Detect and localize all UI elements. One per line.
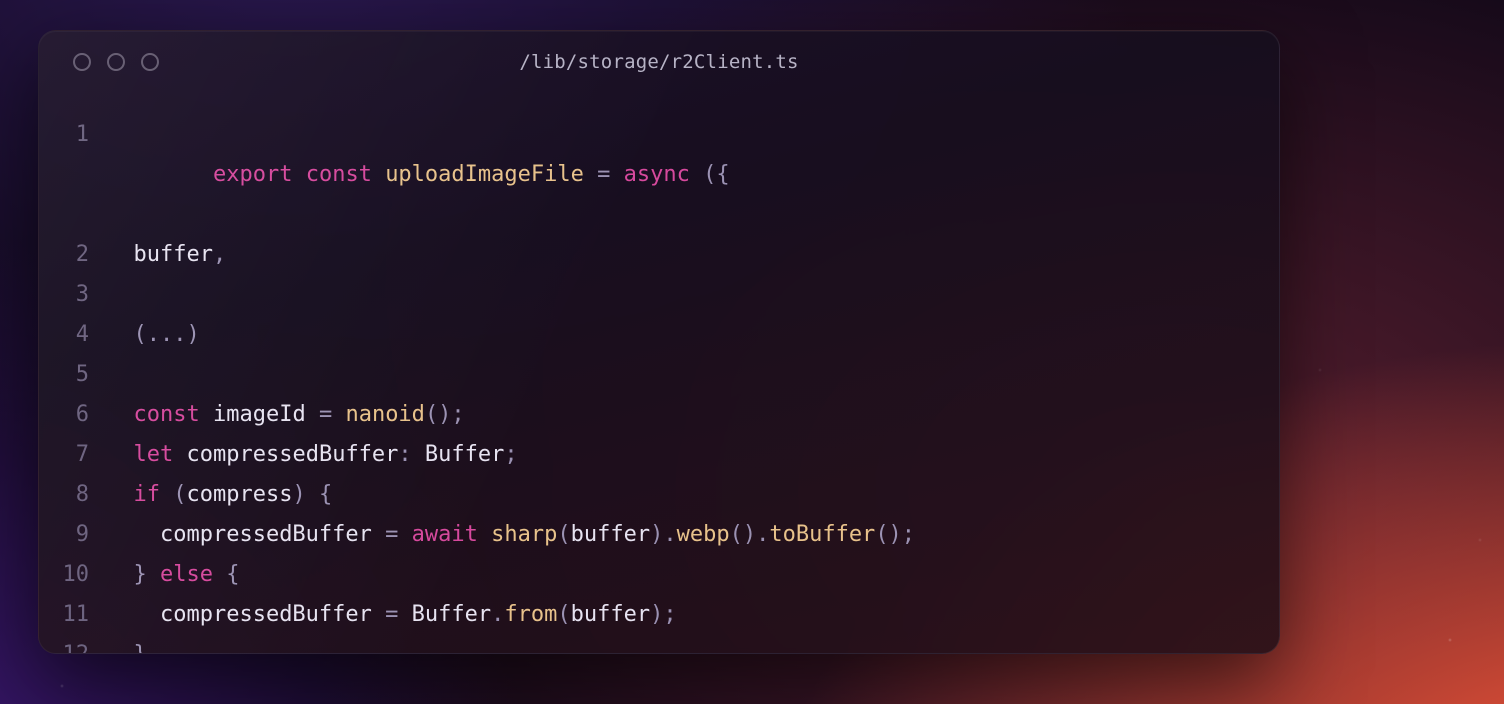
close-icon[interactable]: [73, 53, 91, 71]
keyword-else: else: [160, 562, 213, 587]
punct: );: [650, 602, 677, 627]
indent: [107, 402, 134, 427]
indent: [107, 522, 160, 547]
keyword-const: const: [134, 402, 200, 427]
identifier: buffer: [571, 602, 650, 627]
identifier: imageId: [213, 402, 306, 427]
keyword-let: let: [134, 442, 174, 467]
identifier: buffer: [134, 242, 213, 267]
indent: [107, 322, 134, 347]
punct: ({: [690, 162, 730, 187]
code-line: 6 const imageId = nanoid();: [53, 395, 1265, 435]
code-line: 4 (...): [53, 315, 1265, 355]
code-line: 11 compressedBuffer = Buffer.from(buffer…: [53, 595, 1265, 635]
ellipsis: (...): [134, 322, 200, 347]
operator: =: [372, 602, 412, 627]
operator: =: [306, 402, 346, 427]
punct: (: [557, 602, 570, 627]
indent: [107, 562, 134, 587]
punct: ).: [650, 522, 677, 547]
line-number: 5: [53, 355, 107, 395]
code-line: 3: [53, 275, 1265, 315]
line-number: 9: [53, 515, 107, 555]
punct: ) {: [292, 482, 332, 507]
type: Buffer: [425, 442, 504, 467]
identifier: compressedBuffer: [160, 602, 372, 627]
keyword-if: if: [134, 482, 161, 507]
traffic-lights: [73, 31, 159, 93]
call: from: [504, 602, 557, 627]
code-line: 2 buffer,: [53, 235, 1265, 275]
code-line: 5: [53, 355, 1265, 395]
punct: (: [557, 522, 570, 547]
code-line: 12 }: [53, 635, 1265, 654]
indent: [107, 642, 134, 654]
call: webp: [677, 522, 730, 547]
punct: ();: [875, 522, 915, 547]
keyword-const: const: [306, 162, 372, 187]
punct: }: [134, 562, 161, 587]
identifier: buffer: [571, 522, 650, 547]
call: sharp: [491, 522, 557, 547]
line-number: 8: [53, 475, 107, 515]
call: nanoid: [345, 402, 424, 427]
code-line: 7 let compressedBuffer: Buffer;: [53, 435, 1265, 475]
indent: [107, 442, 134, 467]
line-number: 7: [53, 435, 107, 475]
punct: }: [134, 642, 147, 654]
indent: [107, 482, 134, 507]
identifier: compressedBuffer: [160, 522, 372, 547]
line-number: 4: [53, 315, 107, 355]
punct: .: [491, 602, 504, 627]
line-number: 12: [53, 635, 107, 654]
line-number: 10: [53, 555, 107, 595]
line-number: 11: [53, 595, 107, 635]
punct: ,: [213, 242, 226, 267]
punct: (: [173, 482, 186, 507]
operator: =: [372, 522, 412, 547]
indent: [107, 242, 134, 267]
function-name: uploadImageFile: [385, 162, 584, 187]
line-number: 2: [53, 235, 107, 275]
keyword-await: await: [412, 522, 478, 547]
punct: ();: [425, 402, 465, 427]
keyword-export: export: [213, 162, 292, 187]
indent: [107, 602, 160, 627]
identifier: compressedBuffer: [187, 442, 399, 467]
line-number: 6: [53, 395, 107, 435]
code-editor[interactable]: 1 export const uploadImageFile = async (…: [39, 93, 1279, 654]
window-title: /lib/storage/r2Client.ts: [39, 51, 1279, 73]
call: toBuffer: [769, 522, 875, 547]
line-number: 3: [53, 275, 107, 315]
punct: ().: [730, 522, 770, 547]
punct: :: [398, 442, 425, 467]
punct: ;: [504, 442, 517, 467]
keyword-async: async: [624, 162, 690, 187]
code-line: 10 } else {: [53, 555, 1265, 595]
titlebar: /lib/storage/r2Client.ts: [39, 31, 1279, 93]
type: Buffer: [412, 602, 491, 627]
punct: {: [213, 562, 240, 587]
zoom-icon[interactable]: [141, 53, 159, 71]
operator: =: [584, 162, 624, 187]
code-line: 8 if (compress) {: [53, 475, 1265, 515]
code-line: 9 compressedBuffer = await sharp(buffer)…: [53, 515, 1265, 555]
minimize-icon[interactable]: [107, 53, 125, 71]
code-line: 1 export const uploadImageFile = async (…: [53, 115, 1265, 235]
identifier: compress: [187, 482, 293, 507]
editor-window: /lib/storage/r2Client.ts 1 export const …: [38, 30, 1280, 654]
line-number: 1: [53, 115, 107, 155]
